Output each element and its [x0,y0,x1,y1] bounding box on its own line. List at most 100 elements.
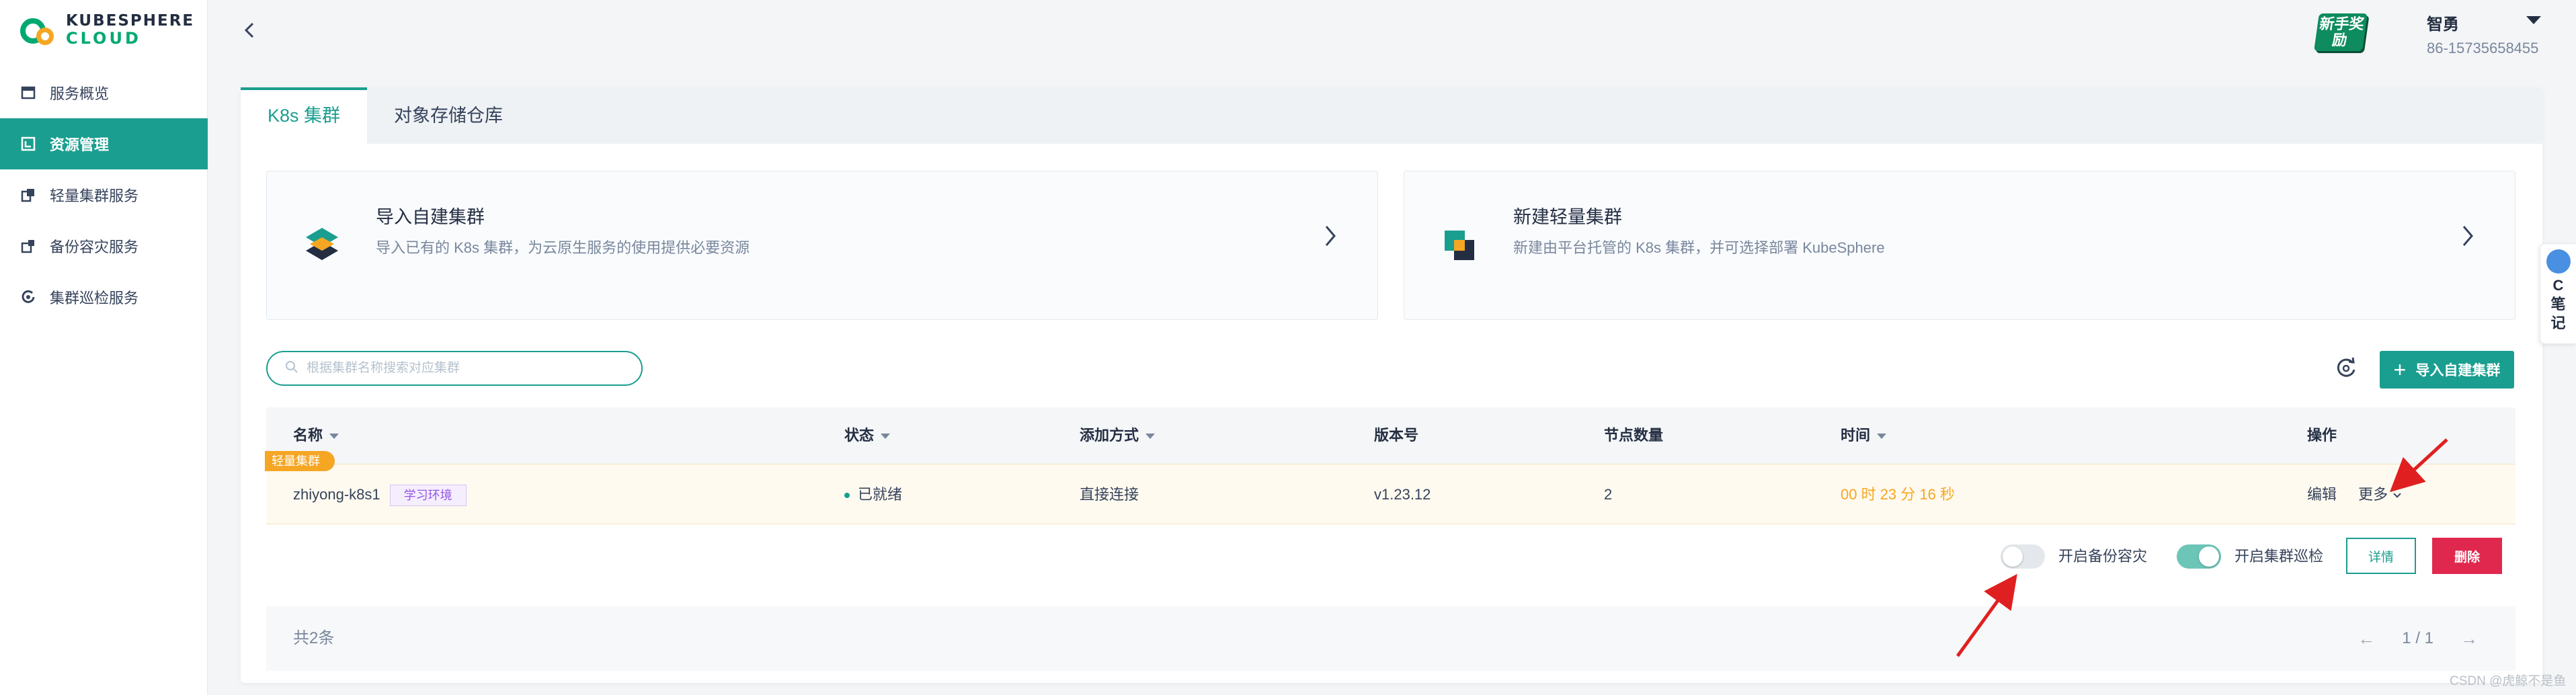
new-cluster-icon [1439,225,1480,265]
col-method-label: 添加方式 [1080,427,1139,444]
sidebar-item-resource[interactable]: 资源管理 [0,118,208,169]
note-floating-button[interactable]: C 笔 记 [2540,243,2576,344]
import-cluster-button-label: 导入自建集群 [2415,363,2501,378]
status-dot-icon [844,493,850,499]
import-cluster-button[interactable]: + 导入自建集群 [2380,351,2514,389]
main-panel: K8s 集群 对象存储仓库 导入自建集群 导入已有的 K8s 集群，为云原生服务… [241,87,2542,683]
search-input[interactable] [307,361,629,376]
col-ops: 操作 [2307,407,2337,464]
cell-method: 直接连接 [1080,486,1139,503]
col-status-label: 状态 [844,427,875,444]
watermark: CSDN @虎鲸不是鱼 [2450,674,2567,688]
card-desc: 新建由平台托管的 K8s 集群，并可选择部署 KubeSphere [1513,239,1885,256]
sidebar-menu: 服务概览 资源管理 轻量集群服务 备份容灾服务 集群巡检服务 [0,67,208,323]
chevron-right-icon [2461,224,2474,255]
edit-link[interactable]: 编辑 [2307,486,2337,503]
sidebar-item-backup[interactable]: 备份容灾服务 [0,220,208,272]
card-title: 新建轻量集群 [1513,207,1622,227]
card-desc: 导入已有的 K8s 集群，为云原生服务的使用提供必要资源 [376,239,750,256]
tab-k8s-cluster[interactable]: K8s 集群 [241,87,368,144]
status-text: 已就绪 [858,486,903,503]
backup-toggle[interactable] [2001,544,2045,569]
col-nodes: 节点数量 [1604,407,1663,464]
logo-line2: CLOUD [66,29,141,48]
plus-icon: + [2393,357,2407,382]
caret-down-icon [881,434,891,440]
tab-bar: K8s 集群 对象存储仓库 [241,87,2542,144]
backup-icon [20,238,36,254]
user-phone: 86-15735658455 [2427,40,2539,56]
action-cards: 导入自建集群 导入已有的 K8s 集群，为云原生服务的使用提供必要资源 新建轻量… [266,171,2515,320]
row-actions: 开启备份容灾 开启集群巡检 详情 删除 [266,524,2515,589]
cluster-search[interactable] [266,351,643,386]
caret-down-icon [1145,434,1156,440]
newbie-reward-text: 新手奖励 [2318,15,2366,48]
card-title: 导入自建集群 [376,207,485,227]
col-time[interactable]: 时间 [1841,407,1887,464]
sidebar-item-inspection[interactable]: 集群巡检服务 [0,272,208,323]
col-method[interactable]: 添加方式 [1080,407,1156,464]
delete-button[interactable]: 删除 [2432,538,2502,574]
backup-toggle-label: 开启备份容灾 [2058,548,2148,565]
sidebar-item-label: 服务概览 [50,85,110,102]
prev-page-icon[interactable]: ← [2358,606,2375,671]
caret-down-icon [2526,16,2541,24]
sidebar-item-label: 集群巡检服务 [50,290,139,306]
more-dropdown[interactable]: 更多 [2358,486,2401,503]
table-footer: 共2条 ← 1 / 1 → [266,606,2515,671]
resource-icon [20,136,36,152]
col-status[interactable]: 状态 [844,407,891,464]
cluster-table: 名称 状态 添加方式 版本号 节点数量 时间 操作 轻量集群 zhiyong-k… [265,407,2515,671]
table-row[interactable]: 轻量集群 zhiyong-k8s1 学习环境 已就绪 直接连接 v1.23.12 … [265,451,2515,525]
col-name-label: 名称 [293,427,323,444]
col-ops-label: 操作 [2307,427,2337,444]
overview-icon [20,85,36,101]
import-stack-icon [302,225,342,265]
cell-status: 已就绪 [844,464,902,525]
page-indicator: 1 / 1 [2402,629,2433,647]
newbie-reward-badge[interactable]: 新手奖励 [2314,13,2368,51]
inspection-toggle[interactable] [2177,544,2221,569]
col-nodes-label: 节点数量 [1604,427,1664,444]
back-arrow-icon[interactable] [242,19,257,48]
user-menu[interactable]: 智勇 86-15735658455 [2427,11,2561,57]
detail-button[interactable]: 详情 [2346,538,2416,574]
logo-text: KUBESPHERE CLOUD [66,12,194,47]
refresh-icon[interactable] [2333,355,2360,382]
new-light-cluster-card[interactable]: 新建轻量集群 新建由平台托管的 K8s 集群，并可选择部署 KubeSphere [1404,171,2515,320]
user-name: 智勇 [2427,15,2459,34]
sidebar-item-label: 资源管理 [50,136,110,153]
more-label: 更多 [2358,486,2388,503]
col-version-label: 版本号 [1374,427,1419,444]
note-text-2: 笔 [2550,296,2566,313]
table-header: 名称 状态 添加方式 版本号 节点数量 时间 操作 [266,407,2515,464]
note-text-3: 记 [2550,315,2566,331]
sidebar-item-label: 备份容灾服务 [50,239,139,255]
pagination: ← 1 / 1 → [2358,606,2478,671]
env-tag: 学习环境 [389,485,467,507]
note-text-1: C [2552,277,2564,294]
import-cluster-card[interactable]: 导入自建集群 导入已有的 K8s 集群，为云原生服务的使用提供必要资源 [266,171,1378,320]
cell-version: v1.23.12 [1374,486,1431,503]
logo-line1: KUBESPHERE [66,12,195,30]
note-app-icon [2546,249,2571,274]
chevron-right-icon [1324,224,1337,255]
col-version: 版本号 [1374,407,1418,464]
cell-name: zhiyong-k8s1 学习环境 [293,464,467,525]
kubesphere-cloud-logo[interactable]: KUBESPHERE CLOUD [20,12,194,47]
total-count: 共2条 [293,629,335,647]
light-cluster-icon [20,187,36,203]
next-page-icon[interactable]: → [2460,606,2478,671]
chevron-down-icon [2393,490,2401,498]
caret-down-icon [1877,434,1887,440]
sidebar-item-light-cluster[interactable]: 轻量集群服务 [0,169,208,220]
logo-mark-icon [20,14,61,45]
sidebar-item-overview[interactable]: 服务概览 [0,67,208,118]
col-time-label: 时间 [1841,427,1871,444]
inspection-icon [20,289,36,305]
search-icon [285,360,298,377]
cluster-name[interactable]: zhiyong-k8s1 [293,486,380,503]
tab-object-storage[interactable]: 对象存储仓库 [367,87,530,144]
inspection-toggle-label: 开启集群巡检 [2235,548,2324,565]
sidebar: KUBESPHERE CLOUD 服务概览 资源管理 轻量集群服务 备份容灾服务… [0,0,208,695]
